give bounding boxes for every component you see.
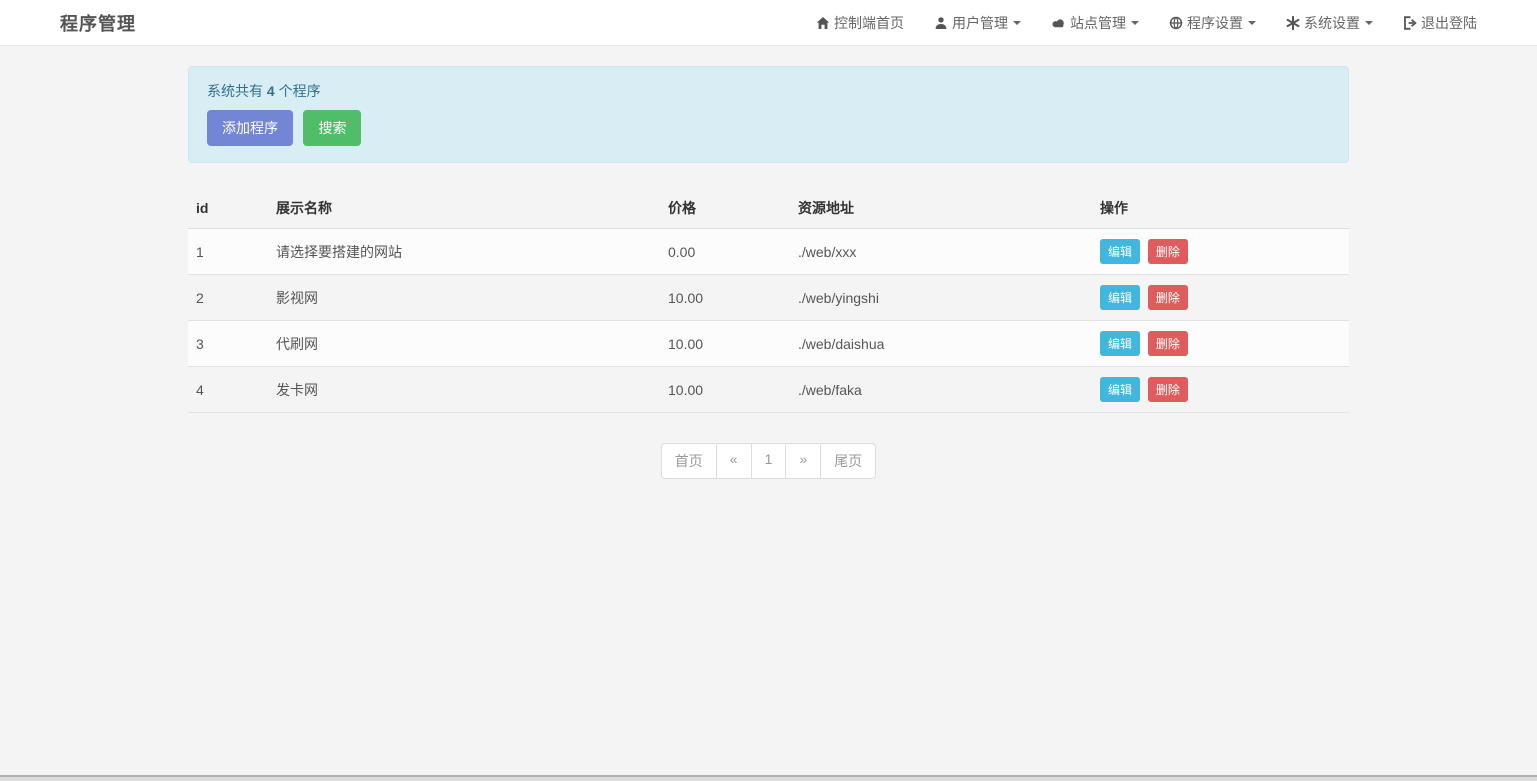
cell-actions: 编辑 删除	[1092, 321, 1349, 367]
cell-id: 4	[188, 367, 268, 413]
programs-table: id 展示名称 价格 资源地址 操作 1 请选择要搭建的网站 0.00 ./we…	[188, 188, 1349, 413]
table-row: 2 影视网 10.00 ./web/yingshi 编辑 删除	[188, 275, 1349, 321]
nav-item-program-settings[interactable]: 程序设置	[1169, 13, 1256, 33]
cell-name: 请选择要搭建的网站	[268, 229, 660, 275]
header-price: 价格	[660, 188, 790, 229]
page-prev[interactable]: «	[716, 443, 752, 479]
table-row: 4 发卡网 10.00 ./web/faka 编辑 删除	[188, 367, 1349, 413]
bottom-scrollbar	[0, 775, 1537, 781]
nav-item-user-management[interactable]: 用户管理	[934, 13, 1021, 33]
cell-url: ./web/yingshi	[790, 275, 1092, 321]
cell-actions: 编辑 删除	[1092, 229, 1349, 275]
top-navbar: 程序管理 控制端首页 用户管理 站点管理 程序设置	[0, 0, 1537, 46]
program-count-text: 系统共有 4 个程序	[207, 81, 1330, 101]
chevron-down-icon	[1131, 21, 1139, 25]
cloud-icon	[1051, 16, 1066, 30]
header-name: 展示名称	[268, 188, 660, 229]
count-prefix: 系统共有	[207, 83, 263, 99]
table-row: 3 代刷网 10.00 ./web/daishua 编辑 删除	[188, 321, 1349, 367]
app-title: 程序管理	[60, 10, 136, 36]
edit-button[interactable]: 编辑	[1100, 285, 1140, 310]
nav-item-logout[interactable]: 退出登陆	[1403, 13, 1477, 33]
nav-item-site-management[interactable]: 站点管理	[1051, 13, 1139, 33]
cell-id: 3	[188, 321, 268, 367]
globe-icon	[1169, 16, 1183, 30]
info-alert: 系统共有 4 个程序 添加程序 搜索	[188, 66, 1349, 163]
main-nav: 控制端首页 用户管理 站点管理 程序设置	[786, 13, 1477, 33]
cell-actions: 编辑 删除	[1092, 275, 1349, 321]
cell-id: 1	[188, 229, 268, 275]
nav-label: 用户管理	[952, 13, 1008, 33]
nav-label: 控制端首页	[834, 13, 904, 33]
cell-name: 代刷网	[268, 321, 660, 367]
cell-price: 10.00	[660, 367, 790, 413]
table-header-row: id 展示名称 价格 资源地址 操作	[188, 188, 1349, 229]
nav-item-system-settings[interactable]: 系统设置	[1286, 13, 1373, 33]
pagination-area: 首页 « 1 » 尾页	[188, 443, 1349, 479]
program-count: 4	[267, 83, 275, 99]
edit-button[interactable]: 编辑	[1100, 377, 1140, 402]
chevron-down-icon	[1365, 21, 1373, 25]
page-1[interactable]: 1	[751, 443, 787, 479]
cell-url: ./web/daishua	[790, 321, 1092, 367]
cell-url: ./web/xxx	[790, 229, 1092, 275]
header-id: id	[188, 188, 268, 229]
delete-button[interactable]: 删除	[1148, 331, 1188, 356]
nav-item-control-home[interactable]: 控制端首页	[816, 13, 904, 33]
cell-price: 10.00	[660, 275, 790, 321]
edit-button[interactable]: 编辑	[1100, 239, 1140, 264]
cell-price: 0.00	[660, 229, 790, 275]
cell-id: 2	[188, 275, 268, 321]
cell-url: ./web/faka	[790, 367, 1092, 413]
edit-button[interactable]: 编辑	[1100, 331, 1140, 356]
home-icon	[816, 16, 830, 30]
asterisk-icon	[1286, 16, 1300, 30]
page-next[interactable]: »	[785, 443, 821, 479]
cell-name: 影视网	[268, 275, 660, 321]
sign-out-icon	[1403, 16, 1417, 30]
add-program-button[interactable]: 添加程序	[207, 110, 293, 146]
page-first[interactable]: 首页	[661, 443, 717, 479]
delete-button[interactable]: 删除	[1148, 285, 1188, 310]
nav-label: 退出登陆	[1421, 13, 1477, 33]
pagination: 首页 « 1 » 尾页	[661, 443, 876, 479]
cell-actions: 编辑 删除	[1092, 367, 1349, 413]
chevron-down-icon	[1013, 21, 1021, 25]
nav-label: 站点管理	[1070, 13, 1126, 33]
header-actions: 操作	[1092, 188, 1349, 229]
alert-buttons: 添加程序 搜索	[207, 110, 1330, 146]
page-last[interactable]: 尾页	[820, 443, 876, 479]
nav-label: 系统设置	[1304, 13, 1360, 33]
cell-price: 10.00	[660, 321, 790, 367]
search-button[interactable]: 搜索	[303, 110, 361, 146]
cell-name: 发卡网	[268, 367, 660, 413]
user-icon	[934, 16, 948, 30]
header-url: 资源地址	[790, 188, 1092, 229]
count-suffix: 个程序	[279, 83, 321, 99]
delete-button[interactable]: 删除	[1148, 239, 1188, 264]
table-row: 1 请选择要搭建的网站 0.00 ./web/xxx 编辑 删除	[188, 229, 1349, 275]
nav-label: 程序设置	[1187, 13, 1243, 33]
chevron-down-icon	[1248, 21, 1256, 25]
delete-button[interactable]: 删除	[1148, 377, 1188, 402]
